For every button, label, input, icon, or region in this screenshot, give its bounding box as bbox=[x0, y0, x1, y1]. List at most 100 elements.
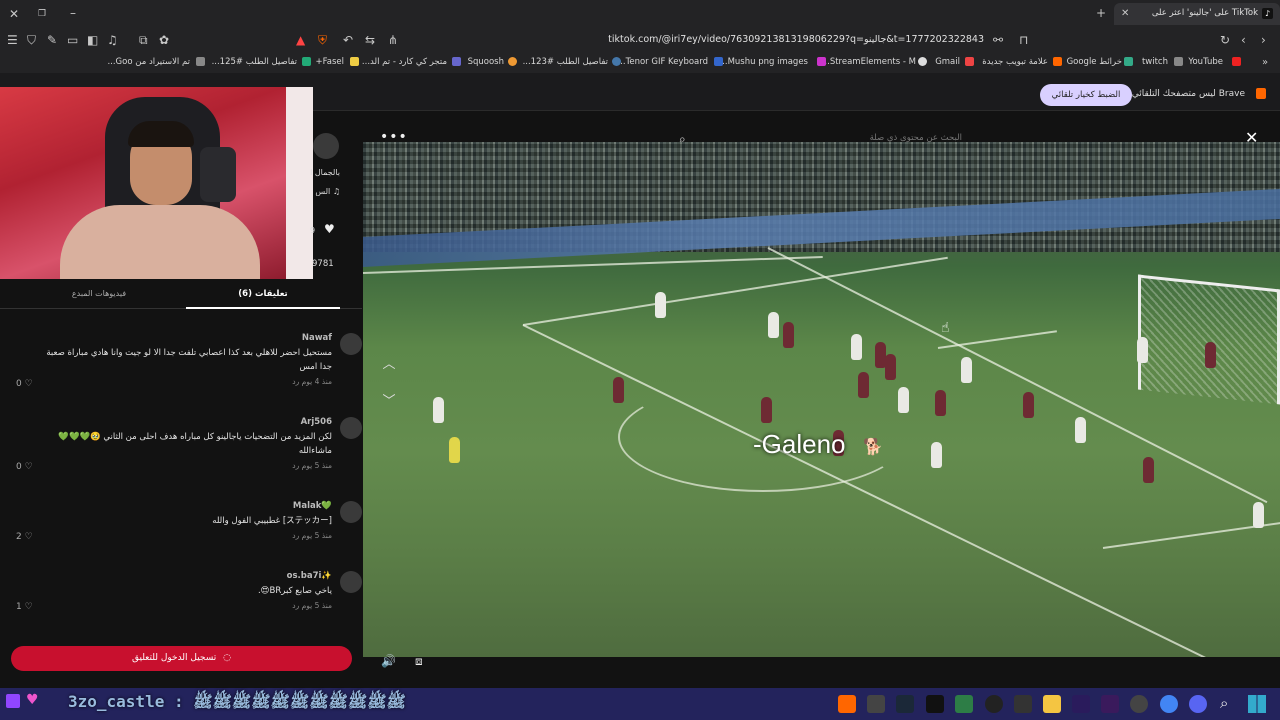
tab-creator-videos[interactable]: فيديوهات المبدع bbox=[22, 289, 176, 298]
webcam-overlay bbox=[0, 87, 286, 279]
bookmark-order-125[interactable]: تفاصيل الطلب #125... bbox=[212, 57, 297, 67]
bookmark-squoosh[interactable]: Squoosh bbox=[468, 57, 504, 67]
bookmark-google-maps[interactable]: خرائط Google bbox=[1067, 57, 1122, 67]
site-settings-icon[interactable]: ⚯ bbox=[993, 33, 1003, 47]
order-125-icon bbox=[302, 57, 311, 66]
browser-tab[interactable]: ✕ TikTok على 'جالينو' اعثر على ♪ bbox=[1114, 3, 1280, 25]
folder-icon bbox=[1174, 57, 1183, 66]
calculator-taskbar-icon[interactable] bbox=[1014, 695, 1032, 713]
url-field[interactable]: tiktok.com/@iri7ey/video/763092138131980… bbox=[560, 34, 984, 45]
brave-shield-icon[interactable]: ⛨ bbox=[318, 33, 327, 47]
premiere-taskbar-icon[interactable] bbox=[1101, 695, 1119, 713]
forward-icon[interactable]: › bbox=[1261, 33, 1266, 47]
tab-close-icon[interactable]: ✕ bbox=[1121, 7, 1129, 21]
translate-icon[interactable]: ⇆ bbox=[365, 33, 375, 47]
maps-icon bbox=[1124, 57, 1133, 66]
app-taskbar-icon[interactable] bbox=[867, 695, 885, 713]
back-icon[interactable]: ‹ bbox=[1241, 33, 1246, 47]
extensions-icon[interactable]: ✎ bbox=[47, 33, 57, 47]
comment-author[interactable]: ✨os.ba7i bbox=[36, 571, 332, 581]
share-icon[interactable]: ↶ bbox=[343, 33, 353, 47]
comment-like-count[interactable]: 2 ♡ bbox=[16, 532, 33, 542]
player bbox=[1137, 337, 1148, 363]
comment-meta[interactable]: منذ 5 يوم رد bbox=[36, 601, 332, 610]
wallet-icon[interactable]: ▭ bbox=[67, 33, 78, 47]
comment-avatar[interactable] bbox=[340, 333, 362, 355]
comment-author[interactable]: Nawaf bbox=[36, 333, 332, 343]
previous-video-button[interactable]: ︿ bbox=[376, 352, 402, 378]
windows-taskbar: 3zo_castle : ﷺﷺﷺﷺﷺﷺﷺﷺﷺﷺﷺ ♥ ⌕ bbox=[0, 688, 1280, 720]
like-count-value: 0 bbox=[16, 379, 22, 389]
brave-taskbar-icon[interactable] bbox=[838, 695, 856, 713]
comment-author[interactable]: Arj506 bbox=[36, 417, 332, 427]
close-window-icon[interactable]: ✕ bbox=[9, 7, 19, 21]
menu-icon[interactable]: ☰ bbox=[7, 33, 18, 47]
comment-meta[interactable]: منذ 5 يوم رد bbox=[36, 531, 332, 540]
screenshot-icon[interactable]: ⧉ bbox=[139, 33, 148, 47]
pip-icon[interactable]: ⧈ bbox=[415, 654, 423, 669]
tab-comments[interactable]: تعليقات (6) bbox=[186, 289, 340, 299]
volume-icon[interactable]: 🔊 bbox=[381, 654, 396, 668]
new-tab-icon[interactable]: + bbox=[1096, 6, 1106, 20]
comment-meta[interactable]: منذ 5 يوم رد bbox=[36, 461, 332, 470]
bookmark-tenor[interactable]: Tenor GIF Keyboard... bbox=[617, 57, 708, 67]
bookmark-kcard[interactable]: متجر كي كارد - تم الد... bbox=[362, 57, 447, 67]
reload-icon[interactable]: ↻ bbox=[1220, 33, 1230, 47]
shield-icon[interactable]: ⛉ bbox=[27, 33, 36, 47]
bookmark-gmail[interactable]: Gmail bbox=[935, 57, 960, 67]
media-taskbar-icon[interactable] bbox=[926, 695, 944, 713]
github-taskbar-icon[interactable] bbox=[1130, 695, 1148, 713]
comment-avatar[interactable] bbox=[340, 501, 362, 523]
next-video-button[interactable]: ﹀ bbox=[376, 389, 402, 415]
bookmarks-more-icon[interactable]: » bbox=[1262, 56, 1268, 70]
post-music[interactable]: ♫ الس bbox=[302, 187, 340, 196]
comment-avatar[interactable] bbox=[340, 571, 362, 593]
bookmark-twitch[interactable]: twitch bbox=[1142, 57, 1168, 67]
brave-logo-icon bbox=[1256, 88, 1266, 99]
media-encoder-taskbar-icon[interactable] bbox=[1072, 695, 1090, 713]
bookmark-fasel[interactable]: Fasel+ bbox=[316, 57, 344, 67]
author-avatar[interactable] bbox=[313, 133, 339, 159]
bookmark-new-tab[interactable]: علامة تبويب جديدة bbox=[982, 57, 1048, 67]
comment-item: ✨os.ba7i ياخي صابع كبرBR😍. منذ 5 يوم رد bbox=[36, 571, 362, 610]
minimize-window-icon[interactable]: – bbox=[70, 6, 76, 20]
comment-like-count[interactable]: 1 ♡ bbox=[16, 602, 33, 612]
steam-taskbar-icon[interactable] bbox=[896, 695, 914, 713]
bookmark-streamelements[interactable]: StreamElements - M... bbox=[822, 57, 916, 67]
comment-avatar[interactable] bbox=[340, 417, 362, 439]
comment-item: Nawaf مستحيل احضر للاهلي بعد كذا اعصابي … bbox=[36, 333, 362, 386]
discord-taskbar-icon[interactable] bbox=[1189, 695, 1207, 713]
chevron-down-icon: ﹀ bbox=[382, 394, 396, 409]
comment-text: مستحيل احضر للاهلي بعد كذا اعصابي تلفت ج… bbox=[46, 348, 332, 372]
bookmark-icon[interactable]: ⊓ bbox=[1019, 33, 1028, 47]
video-caption: -Galeno bbox=[753, 429, 846, 459]
bookmark-order-123[interactable]: تفاصيل الطلب #123... bbox=[523, 57, 608, 67]
heart-icon[interactable]: ♥ bbox=[324, 222, 335, 236]
bookmark-imported[interactable]: تم الاستيراد من Goo... bbox=[107, 57, 190, 67]
search-taskbar-icon[interactable]: ⌕ bbox=[1220, 694, 1228, 712]
fasel-icon bbox=[350, 57, 359, 66]
restore-window-icon[interactable]: ❐ bbox=[38, 7, 46, 21]
login-to-comment-button[interactable]: تسجيل الدخول للتعليق ◌ bbox=[11, 646, 352, 671]
sidebar-icon[interactable]: ◧ bbox=[87, 33, 98, 47]
puzzle-icon[interactable]: ✿ bbox=[159, 33, 169, 47]
excel-taskbar-icon[interactable] bbox=[955, 695, 973, 713]
set-default-button[interactable]: الضبط كخيار تلقائي bbox=[1040, 84, 1132, 106]
video-player[interactable]: -Galeno 🐕 ☝ bbox=[363, 142, 1280, 657]
webcam-side-strip bbox=[286, 87, 313, 279]
bookmark-mushu[interactable]: Mushu png images... bbox=[719, 57, 808, 67]
player bbox=[1253, 502, 1264, 528]
comment-like-count[interactable]: 0 ♡ bbox=[16, 379, 33, 389]
obs-taskbar-icon[interactable] bbox=[985, 695, 1003, 713]
comment-like-count[interactable]: 0 ♡ bbox=[16, 462, 33, 472]
comment-author[interactable]: 💚Malak bbox=[36, 501, 332, 511]
file-explorer-taskbar-icon[interactable] bbox=[1043, 695, 1061, 713]
comment-meta[interactable]: منذ 4 يوم رد bbox=[36, 377, 332, 386]
brave-rewards-icon[interactable]: ▲ bbox=[296, 33, 305, 47]
bookmark-youtube[interactable]: YouTube bbox=[1188, 57, 1223, 67]
comment-text: لكن المزيد من التضحيات ياجالينو كل مبارا… bbox=[58, 432, 332, 456]
windows-start-icon[interactable] bbox=[1248, 695, 1266, 713]
read-mode-icon[interactable]: ⋔ bbox=[388, 33, 398, 47]
chrome-taskbar-icon[interactable] bbox=[1160, 695, 1178, 713]
music-icon[interactable]: ♫ bbox=[107, 33, 118, 47]
